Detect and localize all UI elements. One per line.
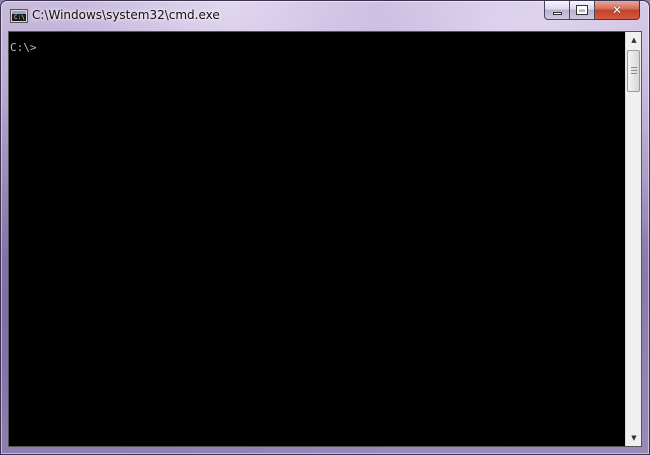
caption-buttons: ✕: [544, 1, 640, 20]
close-icon: ✕: [611, 3, 623, 17]
thumb-grip-line: [631, 73, 637, 74]
scroll-thumb[interactable]: [627, 50, 640, 92]
window-frame: C:\ C:\Windows\system32\cmd.exe ✕ C:\> ▲: [0, 0, 650, 455]
maximize-button[interactable]: [570, 1, 595, 20]
minimize-button[interactable]: [544, 1, 570, 20]
console-icon[interactable]: C:\: [11, 10, 27, 22]
title-bar[interactable]: C:\ C:\Windows\system32\cmd.exe ✕: [1, 1, 649, 31]
console-client-area: C:\> ▲ ▼: [8, 31, 642, 447]
console-output[interactable]: C:\>: [9, 32, 625, 446]
scroll-up-arrow-icon[interactable]: ▲: [626, 32, 642, 48]
scroll-down-arrow-icon[interactable]: ▼: [626, 430, 642, 446]
console-icon-glyph: C:\: [14, 14, 25, 21]
window-title: C:\Windows\system32\cmd.exe: [32, 8, 220, 22]
vertical-scrollbar[interactable]: ▲ ▼: [625, 32, 641, 446]
maximize-icon: [576, 5, 588, 15]
console-prompt-line: C:\>: [10, 41, 37, 54]
minimize-icon: [552, 11, 562, 15]
thumb-grip-line: [631, 67, 637, 68]
close-button[interactable]: ✕: [595, 1, 640, 20]
thumb-grip-line: [631, 70, 637, 71]
